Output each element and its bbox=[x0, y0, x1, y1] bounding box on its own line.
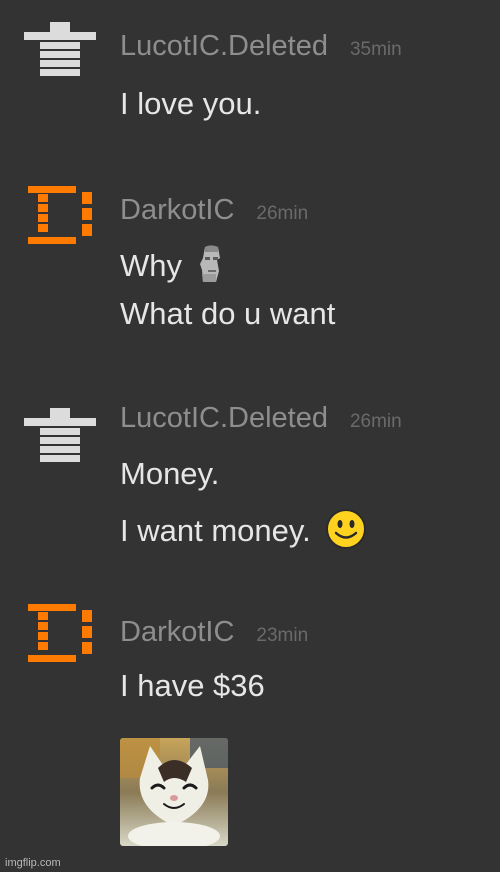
username[interactable]: LucotIC.Deleted bbox=[120, 402, 328, 434]
message-header: DarkotIC 23min bbox=[120, 616, 308, 649]
username[interactable]: LucotIC.Deleted bbox=[120, 30, 328, 62]
message-header: DarkotIC 26min bbox=[120, 194, 308, 227]
message-text: I have $36 bbox=[120, 668, 265, 703]
message-text: What do u want bbox=[120, 296, 336, 331]
message-text: I love you. bbox=[120, 86, 262, 121]
message-text: I want money. bbox=[120, 513, 311, 549]
message-header: LucotIC.Deleted 26min bbox=[120, 402, 402, 435]
username[interactable]: DarkotIC bbox=[120, 194, 234, 226]
timestamp: 23min bbox=[256, 625, 309, 646]
username[interactable]: DarkotIC bbox=[120, 616, 234, 648]
smiling-face-emoji-icon bbox=[325, 508, 367, 558]
orange-d-avatar-icon[interactable] bbox=[24, 186, 96, 244]
message-header: LucotIC.Deleted 35min bbox=[120, 30, 402, 63]
orange-d-avatar-icon[interactable] bbox=[24, 604, 96, 662]
message-text-line-1: Why bbox=[120, 244, 226, 292]
message-text: Money. bbox=[120, 456, 220, 491]
smiling-cat-image[interactable] bbox=[120, 738, 228, 846]
timestamp: 26min bbox=[349, 411, 402, 432]
grey-pillar-avatar-icon[interactable] bbox=[24, 18, 96, 76]
timestamp: 26min bbox=[256, 203, 309, 224]
timestamp: 35min bbox=[349, 39, 402, 60]
message-text-line-2: I want money. bbox=[120, 508, 367, 558]
watermark: imgflip.com bbox=[5, 857, 61, 869]
message-text: Why bbox=[120, 248, 182, 284]
grey-pillar-avatar-icon[interactable] bbox=[24, 404, 96, 462]
moai-emoji-icon bbox=[196, 244, 226, 292]
